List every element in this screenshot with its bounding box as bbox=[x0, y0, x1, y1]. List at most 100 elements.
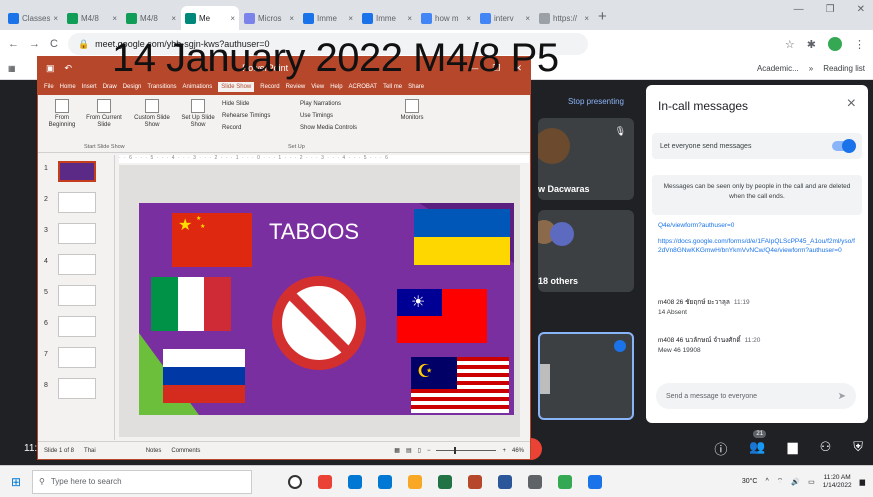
close-icon[interactable]: ✕ bbox=[857, 4, 865, 15]
sorter-view-icon[interactable]: ▤ bbox=[406, 447, 412, 454]
network-icon[interactable]: ⌔ bbox=[777, 477, 784, 486]
system-clock[interactable]: 11:20 AM 1/14/2022 bbox=[823, 474, 852, 490]
send-icon[interactable]: ➤ bbox=[838, 391, 846, 402]
zoom-slider[interactable] bbox=[436, 447, 497, 454]
tab-close-icon[interactable]: × bbox=[407, 14, 412, 23]
star-icon[interactable]: ☆ bbox=[785, 38, 795, 51]
notifications-icon[interactable]: ▆ bbox=[860, 478, 865, 486]
slide-thumbnail[interactable]: 3 bbox=[42, 223, 112, 247]
reload-icon[interactable]: C bbox=[50, 38, 58, 50]
browser-tab[interactable]: Me × bbox=[181, 6, 239, 30]
slide-thumbnail[interactable]: 4 bbox=[42, 254, 112, 278]
slide-thumbnail[interactable]: 8 bbox=[42, 378, 112, 402]
hide-slide-button[interactable]: Hide Slide bbox=[222, 101, 249, 107]
undo-icon[interactable]: ↶ bbox=[65, 63, 73, 74]
ribbon-tab[interactable]: Help bbox=[330, 84, 342, 90]
set-up-button[interactable]: Set Up Slide Show bbox=[180, 99, 216, 129]
tab-close-icon[interactable]: × bbox=[348, 14, 353, 23]
ribbon-tab[interactable]: Design bbox=[123, 84, 142, 90]
ribbon-tab[interactable]: Home bbox=[60, 84, 76, 90]
ribbon-tab[interactable]: ACROBAT bbox=[349, 84, 378, 90]
browser-tab[interactable]: Classes × bbox=[4, 6, 62, 30]
browser-tab[interactable]: M4/8 × bbox=[122, 6, 180, 30]
ribbon-tab[interactable]: View bbox=[311, 84, 324, 90]
slide[interactable]: TABOOS ★ ★ ★ ☀ ☪ bbox=[139, 203, 514, 415]
use-timings-checkbox[interactable]: Use Timings bbox=[300, 113, 333, 119]
apps-icon[interactable]: ▦ bbox=[8, 64, 16, 73]
reading-view-icon[interactable]: ▯ bbox=[418, 447, 421, 454]
language-indicator[interactable]: Thai bbox=[84, 448, 96, 454]
reading-list[interactable]: Reading list bbox=[823, 64, 865, 73]
tab-close-icon[interactable]: × bbox=[289, 14, 294, 23]
browser-tab[interactable]: M4/8 × bbox=[63, 6, 121, 30]
tab-close-icon[interactable]: × bbox=[112, 14, 117, 23]
task-view-icon[interactable] bbox=[288, 474, 302, 489]
weather-indicator[interactable]: 30°C bbox=[742, 478, 758, 485]
word-icon[interactable] bbox=[498, 474, 512, 489]
browser-tab[interactable]: interv × bbox=[476, 6, 534, 30]
taskbar-search[interactable]: ⚲ Type here to search bbox=[32, 469, 252, 494]
browser-tab[interactable]: Imme × bbox=[299, 6, 357, 30]
browser-tab[interactable]: how m × bbox=[417, 6, 475, 30]
vertical-scrollbar[interactable] bbox=[520, 165, 528, 437]
tab-close-icon[interactable]: × bbox=[171, 14, 176, 23]
slide-thumbnail[interactable]: 5 bbox=[42, 285, 112, 309]
slide-thumbnail[interactable]: 6 bbox=[42, 316, 112, 340]
camera-icon[interactable] bbox=[528, 474, 542, 489]
zoom-icon[interactable] bbox=[588, 474, 602, 489]
back-icon[interactable]: ← bbox=[8, 38, 19, 50]
tab-close-icon[interactable]: × bbox=[584, 14, 589, 23]
store-icon[interactable] bbox=[378, 474, 392, 489]
ribbon-tab[interactable]: Draw bbox=[103, 84, 117, 90]
browser-tab[interactable]: https:// × bbox=[535, 6, 593, 30]
ribbon-tab[interactable]: Tell me bbox=[383, 84, 402, 90]
bookmark-academic[interactable]: Academic... bbox=[757, 64, 799, 73]
notes-button[interactable]: Notes bbox=[146, 448, 162, 454]
chat-icon[interactable]: ▆ bbox=[788, 439, 798, 458]
tray-chevron-icon[interactable]: ^ bbox=[765, 478, 768, 485]
excel-icon[interactable] bbox=[438, 474, 452, 489]
zoom-level[interactable]: 46% bbox=[512, 448, 524, 454]
zoom-slider-thumb[interactable] bbox=[454, 447, 457, 454]
activities-icon[interactable]: ⚇ bbox=[820, 439, 832, 458]
powerpoint-icon[interactable] bbox=[468, 474, 482, 489]
rehearse-button[interactable]: Rehearse Timings bbox=[222, 113, 270, 119]
minimize-icon[interactable]: — bbox=[794, 4, 804, 15]
browser-tab[interactable]: Micros × bbox=[240, 6, 298, 30]
allow-messages-toggle[interactable] bbox=[832, 139, 856, 153]
slide-thumbnail[interactable]: 2 bbox=[42, 192, 112, 216]
others-tile[interactable]: 18 others bbox=[538, 210, 634, 292]
ribbon-tab[interactable]: Review bbox=[286, 84, 306, 90]
ribbon-tab[interactable]: Record bbox=[260, 84, 279, 90]
close-icon[interactable]: × bbox=[847, 95, 856, 113]
ribbon-tab[interactable]: Slide Show bbox=[218, 82, 255, 92]
chrome-icon[interactable] bbox=[318, 474, 332, 489]
chat-link[interactable]: Q4e/viewform?authuser=0 bbox=[658, 221, 856, 230]
extensions-icon[interactable]: ✱ bbox=[807, 38, 816, 51]
keyboard-icon[interactable]: ▭ bbox=[808, 478, 815, 486]
menu-icon[interactable]: ⋮ bbox=[854, 38, 865, 51]
file-explorer-icon[interactable] bbox=[408, 474, 422, 489]
from-current-button[interactable]: From Current Slide bbox=[84, 99, 124, 129]
tab-close-icon[interactable]: × bbox=[466, 14, 471, 23]
self-tile[interactable] bbox=[538, 332, 634, 420]
forward-icon[interactable]: → bbox=[29, 38, 40, 50]
slide-thumbnail[interactable]: 7 bbox=[42, 347, 112, 371]
slide-thumbnail[interactable]: 1 bbox=[42, 161, 112, 185]
edge-icon[interactable] bbox=[348, 474, 362, 489]
monitors-button[interactable]: Monitors bbox=[392, 99, 432, 122]
restore-icon[interactable]: ❐ bbox=[826, 4, 835, 15]
save-icon[interactable]: ▣ bbox=[46, 63, 55, 74]
new-tab-button[interactable]: + bbox=[598, 6, 607, 30]
zoom-out-icon[interactable]: − bbox=[427, 448, 431, 454]
ribbon-tab[interactable]: Insert bbox=[82, 84, 97, 90]
zoom-in-icon[interactable]: + bbox=[502, 448, 506, 454]
ribbon-tab[interactable]: Animations bbox=[183, 84, 213, 90]
normal-view-icon[interactable]: ▦ bbox=[394, 447, 400, 454]
info-icon[interactable]: ⓘ bbox=[714, 439, 727, 458]
volume-icon[interactable]: 🔊 bbox=[791, 478, 800, 486]
tab-close-icon[interactable]: × bbox=[230, 14, 235, 23]
comments-button[interactable]: Comments bbox=[171, 448, 200, 454]
ribbon-tab[interactable]: Share bbox=[408, 84, 424, 90]
tab-close-icon[interactable]: × bbox=[53, 14, 58, 23]
